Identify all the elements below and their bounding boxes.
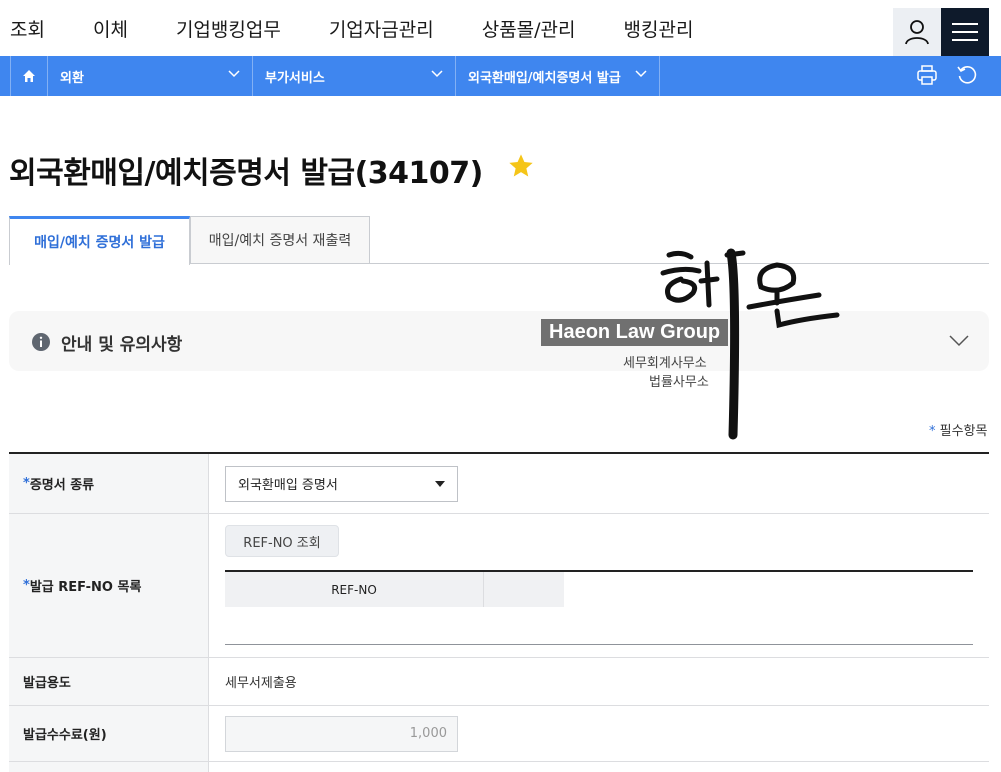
breadcrumb-level3[interactable]: 외국환매입/예치증명서 발급 — [456, 56, 660, 96]
required-mark: * — [23, 578, 30, 593]
notice-label: 안내 및 유의사항 — [61, 335, 183, 355]
top-navigation: 조회 이체 기업뱅킹업무 기업자금관리 상품몰/관리 뱅킹관리 — [0, 0, 1001, 56]
main-menu: 조회 이체 기업뱅킹업무 기업자금관리 상품몰/관리 뱅킹관리 — [10, 0, 741, 56]
notice-accordion[interactable]: 안내 및 유의사항 — [9, 311, 989, 371]
refresh-icon[interactable] — [956, 64, 978, 86]
required-mark: * — [23, 476, 30, 491]
home-button[interactable] — [10, 56, 48, 96]
certificate-form: * 증명서 종류 외국환매입 증명서 * 발급 REF-NO 목록 REF-NO… — [9, 452, 989, 772]
form-cell-refno-list: REF-NO 조회 REF-NO — [209, 514, 989, 657]
chevron-down-icon — [949, 335, 969, 347]
breadcrumb-level3-label: 외국환매입/예치증명서 발급 — [468, 70, 621, 86]
cert-type-select[interactable]: 외국환매입 증명서 — [225, 465, 458, 502]
tab-bar: 매입/예치 증명서 발급 매입/예치 증명서 재출력 — [9, 216, 989, 265]
refno-list-label: 발급 REF-NO 목록 — [29, 580, 142, 595]
info-icon — [32, 333, 50, 351]
purpose-value: 세무서제출용 — [225, 676, 297, 691]
hamburger-icon — [952, 23, 978, 41]
home-icon — [23, 70, 35, 82]
breadcrumb-level1[interactable]: 외환 — [48, 56, 253, 96]
refno-table-bottom-border — [225, 644, 973, 645]
form-cell-fee: 1,000 — [209, 706, 989, 761]
form-cell-next — [209, 762, 989, 772]
breadcrumb-level2[interactable]: 부가서비스 — [253, 56, 456, 96]
form-label-purpose: 발급용도 — [9, 658, 209, 705]
menu-item-banking-management[interactable]: 뱅킹관리 — [624, 15, 694, 42]
menu-item-transfer[interactable]: 이체 — [93, 15, 128, 42]
form-cell-cert-type: 외국환매입 증명서 — [209, 454, 989, 513]
page-title: 외국환매입/예치증명서 발급(34107) — [9, 156, 483, 191]
menu-item-corporate-banking[interactable]: 기업뱅킹업무 — [176, 15, 281, 42]
breadcrumb-level1-label: 외환 — [60, 70, 84, 86]
refno-column-header-empty — [484, 572, 564, 607]
form-label-cert-type: * 증명서 종류 — [9, 454, 209, 513]
tab-certificate-issue[interactable]: 매입/예치 증명서 발급 — [9, 216, 190, 265]
required-note-text: 필수항목 — [939, 424, 988, 439]
user-icon — [905, 20, 929, 45]
required-note: * 필수항목 — [929, 420, 987, 439]
print-icon[interactable] — [916, 64, 938, 86]
refno-search-button[interactable]: REF-NO 조회 — [225, 525, 339, 557]
form-row-next — [9, 762, 989, 772]
refno-column-header: REF-NO — [225, 572, 484, 607]
chevron-down-icon — [635, 70, 647, 78]
breadcrumb-bar: 외환 부가서비스 외국환매입/예치증명서 발급 — [0, 56, 1001, 96]
form-label-fee: 발급수수료(원) — [9, 706, 209, 761]
chevron-down-icon — [228, 70, 240, 78]
cert-type-label: 증명서 종류 — [29, 478, 95, 493]
form-label-refno-list: * 발급 REF-NO 목록 — [9, 514, 209, 657]
form-row-purpose: 발급용도 세무서제출용 — [9, 658, 989, 706]
form-cell-purpose: 세무서제출용 — [209, 658, 989, 705]
breadcrumb-level2-label: 부가서비스 — [265, 70, 325, 86]
form-row-cert-type: * 증명서 종류 외국환매입 증명서 — [9, 454, 989, 514]
breadcrumb-tools — [916, 64, 978, 86]
chevron-down-icon — [431, 70, 443, 78]
form-label-next — [9, 762, 209, 772]
dropdown-arrow-icon — [435, 480, 445, 487]
menu-item-fund-management[interactable]: 기업자금관리 — [329, 15, 434, 42]
menu-item-inquiry[interactable]: 조회 — [10, 15, 45, 42]
tab-certificate-reprint[interactable]: 매입/예치 증명서 재출력 — [190, 216, 370, 264]
form-row-refno-list: * 발급 REF-NO 목록 REF-NO 조회 REF-NO — [9, 514, 989, 658]
cert-type-value: 외국환매입 증명서 — [238, 478, 338, 493]
hamburger-menu-button[interactable] — [941, 8, 989, 56]
fee-field: 1,000 — [225, 715, 458, 752]
refno-table-header: REF-NO — [225, 572, 973, 607]
user-button[interactable] — [893, 8, 941, 56]
required-mark: * — [929, 424, 936, 439]
favorite-star-icon[interactable] — [507, 152, 535, 180]
refno-table: REF-NO — [225, 570, 973, 645]
watermark-line2: 법률사무소 — [649, 375, 709, 390]
menu-item-product-mall[interactable]: 상품몰/관리 — [482, 15, 576, 42]
form-row-fee: 발급수수료(원) 1,000 — [9, 706, 989, 762]
